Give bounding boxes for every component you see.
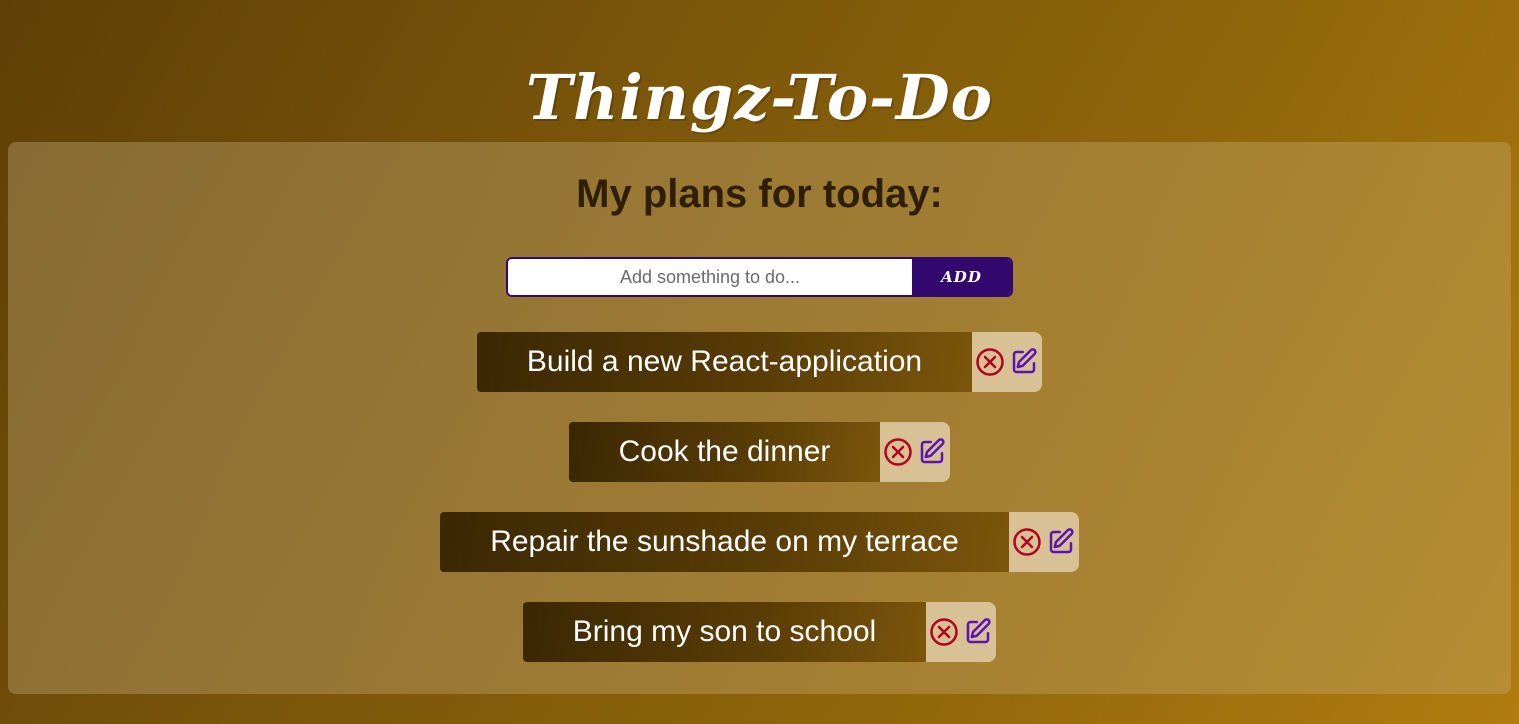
page-heading: My plans for today:	[576, 172, 943, 216]
todo-item: Build a new React-application	[0, 332, 1519, 392]
add-todo-form: ADD	[506, 257, 1013, 297]
edit-icon[interactable]	[916, 436, 948, 468]
todo-item-actions	[926, 602, 997, 662]
todo-item: Cook the dinner	[0, 422, 1519, 482]
todo-item-text[interactable]: Cook the dinner	[568, 422, 881, 482]
todo-item-actions	[972, 332, 1043, 392]
todo-item-actions	[1008, 512, 1079, 572]
todo-item-text[interactable]: Repair the sunshade on my terrace	[440, 512, 1009, 572]
todo-list: Build a new React-application Cook the d…	[0, 332, 1519, 692]
todo-item-text[interactable]: Build a new React-application	[476, 332, 973, 392]
edit-icon[interactable]	[1008, 346, 1040, 378]
add-todo-input[interactable]	[508, 259, 912, 295]
delete-icon[interactable]	[974, 346, 1006, 378]
add-button[interactable]: ADD	[912, 259, 1011, 295]
delete-icon[interactable]	[882, 436, 914, 468]
todo-item: Bring my son to school	[0, 602, 1519, 662]
edit-icon[interactable]	[962, 616, 994, 648]
app-title: Thingz-To-Do	[525, 60, 994, 134]
edit-icon[interactable]	[1045, 526, 1077, 558]
todo-item: Repair the sunshade on my terrace	[0, 512, 1519, 572]
delete-icon[interactable]	[1011, 526, 1043, 558]
todo-item-actions	[880, 422, 951, 482]
delete-icon[interactable]	[928, 616, 960, 648]
todo-item-text[interactable]: Bring my son to school	[522, 602, 927, 662]
